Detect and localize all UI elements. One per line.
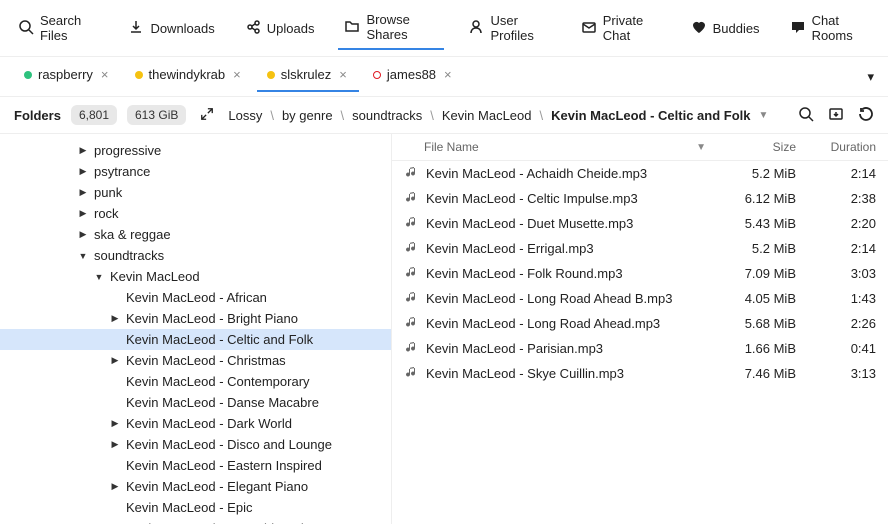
user-tab-slskrulez[interactable]: slskrulez× bbox=[257, 63, 359, 92]
folder-size-badge: 613 GiB bbox=[127, 105, 186, 125]
close-icon[interactable]: × bbox=[442, 67, 454, 82]
file-row[interactable]: Kevin MacLeod - Achaidh Cheide.mp35.2 Mi… bbox=[392, 161, 888, 186]
toolbar-download-button[interactable]: Downloads bbox=[122, 15, 220, 42]
tree-item[interactable]: ▼Kevin MacLeod bbox=[0, 266, 391, 287]
breadcrumb-item[interactable]: Kevin MacLeod - Celtic and Folk bbox=[551, 108, 750, 123]
tree-item[interactable]: ▶Kevin MacLeod - Christmas bbox=[0, 350, 391, 371]
save-to-icon[interactable] bbox=[828, 106, 844, 125]
music-icon bbox=[404, 289, 420, 308]
chevron-right-icon[interactable]: ▶ bbox=[108, 418, 122, 429]
tree-item[interactable]: ▶rock bbox=[0, 203, 391, 224]
tree-item[interactable]: Kevin MacLeod - African bbox=[0, 287, 391, 308]
sort-arrow-icon: ▼ bbox=[696, 142, 706, 153]
file-row[interactable]: Kevin MacLeod - Duet Musette.mp35.43 MiB… bbox=[392, 211, 888, 236]
breadcrumb-item[interactable]: Lossy bbox=[228, 108, 262, 123]
status-dot-icon bbox=[373, 71, 381, 79]
close-icon[interactable]: × bbox=[231, 67, 243, 82]
column-header-name[interactable]: File Name ▼ bbox=[404, 140, 706, 154]
tree-item[interactable]: Kevin MacLeod - Eastern Inspired bbox=[0, 455, 391, 476]
user-tab-raspberry[interactable]: raspberry× bbox=[14, 63, 121, 90]
folder-count-badge: 6,801 bbox=[71, 105, 117, 125]
user-tab-james88[interactable]: james88× bbox=[363, 63, 464, 90]
music-icon bbox=[404, 264, 420, 283]
expand-icon[interactable] bbox=[196, 107, 218, 124]
chevron-right-icon[interactable]: ▶ bbox=[76, 145, 90, 156]
chevron-right-icon[interactable]: ▶ bbox=[108, 313, 122, 324]
status-dot-icon bbox=[24, 71, 32, 79]
column-header-duration[interactable]: Duration bbox=[796, 140, 876, 154]
chevron-right-icon[interactable]: ▶ bbox=[108, 439, 122, 450]
tree-item[interactable]: ▶ska & reggae bbox=[0, 224, 391, 245]
status-dot-icon bbox=[267, 71, 275, 79]
search-icon bbox=[18, 19, 34, 38]
music-icon bbox=[404, 364, 420, 383]
music-icon bbox=[404, 189, 420, 208]
download-icon bbox=[128, 19, 144, 38]
chevron-right-icon[interactable]: ▶ bbox=[76, 229, 90, 240]
file-row[interactable]: Kevin MacLeod - Skye Cuillin.mp37.46 MiB… bbox=[392, 361, 888, 386]
chevron-right-icon[interactable]: ▶ bbox=[76, 187, 90, 198]
breadcrumb-item[interactable]: by genre bbox=[282, 108, 333, 123]
tree-item[interactable]: ▼soundtracks bbox=[0, 245, 391, 266]
music-icon bbox=[404, 339, 420, 358]
tree-item[interactable]: Kevin MacLeod - Contemporary bbox=[0, 371, 391, 392]
breadcrumb-item[interactable]: Kevin MacLeod bbox=[442, 108, 532, 123]
refresh-icon[interactable] bbox=[858, 106, 874, 125]
chevron-right-icon[interactable]: ▶ bbox=[76, 166, 90, 177]
toolbar-upload-button[interactable]: Uploads bbox=[239, 15, 321, 42]
status-dot-icon bbox=[135, 71, 143, 79]
toolbar-heart-button[interactable]: Buddies bbox=[685, 15, 766, 42]
chevron-down-icon[interactable]: ▼ bbox=[76, 251, 90, 261]
chat-icon bbox=[790, 19, 806, 38]
tree-item[interactable]: ▶Kevin MacLeod - Disco and Lounge bbox=[0, 434, 391, 455]
tree-item[interactable]: ▶Kevin MacLeod - Bright Piano bbox=[0, 308, 391, 329]
column-header-size[interactable]: Size bbox=[706, 140, 796, 154]
user-icon bbox=[468, 19, 484, 38]
tree-item[interactable]: Kevin MacLeod - Celtic and Folk bbox=[0, 329, 391, 350]
tab-dropdown-icon[interactable]: ▾ bbox=[867, 69, 874, 85]
toolbar-user-button[interactable]: User Profiles bbox=[462, 9, 556, 47]
folders-label: Folders bbox=[14, 108, 61, 123]
tree-item[interactable]: ▶Kevin MacLeod - Elegant Piano bbox=[0, 476, 391, 497]
toolbar-search-button[interactable]: Search Files bbox=[12, 9, 104, 47]
toolbar-mail-button[interactable]: Private Chat bbox=[575, 9, 667, 47]
upload-icon bbox=[245, 19, 261, 38]
music-icon bbox=[404, 214, 420, 233]
user-tab-thewindykrab[interactable]: thewindykrab× bbox=[125, 63, 253, 90]
chevron-down-icon[interactable]: ▼ bbox=[92, 272, 106, 282]
search-icon[interactable] bbox=[798, 106, 814, 125]
file-row[interactable]: Kevin MacLeod - Long Road Ahead B.mp34.0… bbox=[392, 286, 888, 311]
file-row[interactable]: Kevin MacLeod - Long Road Ahead.mp35.68 … bbox=[392, 311, 888, 336]
file-row[interactable]: Kevin MacLeod - Folk Round.mp37.09 MiB3:… bbox=[392, 261, 888, 286]
breadcrumb-item[interactable]: soundtracks bbox=[352, 108, 422, 123]
file-row[interactable]: Kevin MacLeod - Parisian.mp31.66 MiB0:41 bbox=[392, 336, 888, 361]
tree-item[interactable]: Kevin MacLeod - Danse Macabre bbox=[0, 392, 391, 413]
chevron-right-icon[interactable]: ▶ bbox=[76, 208, 90, 219]
toolbar-folder-button[interactable]: Browse Shares bbox=[338, 8, 444, 50]
folder-icon bbox=[344, 18, 360, 37]
tree-item[interactable]: ▶progressive bbox=[0, 140, 391, 161]
mail-icon bbox=[581, 19, 597, 38]
music-icon bbox=[404, 314, 420, 333]
tree-item[interactable]: Kevin MacLeod - Epic bbox=[0, 497, 391, 518]
music-icon bbox=[404, 164, 420, 183]
tree-item[interactable]: ▶psytrance bbox=[0, 161, 391, 182]
tree-item[interactable]: ▶punk bbox=[0, 182, 391, 203]
close-icon[interactable]: × bbox=[337, 67, 349, 82]
tree-item[interactable]: ▶Kevin MacLeod - Dark World bbox=[0, 413, 391, 434]
tree-item[interactable]: Kevin MacLeod - Everything Else bbox=[0, 518, 391, 524]
toolbar-chat-button[interactable]: Chat Rooms bbox=[784, 9, 876, 47]
close-icon[interactable]: × bbox=[99, 67, 111, 82]
file-row[interactable]: Kevin MacLeod - Errigal.mp35.2 MiB2:14 bbox=[392, 236, 888, 261]
music-icon bbox=[404, 239, 420, 258]
file-row[interactable]: Kevin MacLeod - Celtic Impulse.mp36.12 M… bbox=[392, 186, 888, 211]
chevron-right-icon[interactable]: ▶ bbox=[108, 481, 122, 492]
chevron-right-icon[interactable]: ▶ bbox=[108, 355, 122, 366]
heart-icon bbox=[691, 19, 707, 38]
chevron-down-icon[interactable]: ▼ bbox=[759, 110, 769, 121]
